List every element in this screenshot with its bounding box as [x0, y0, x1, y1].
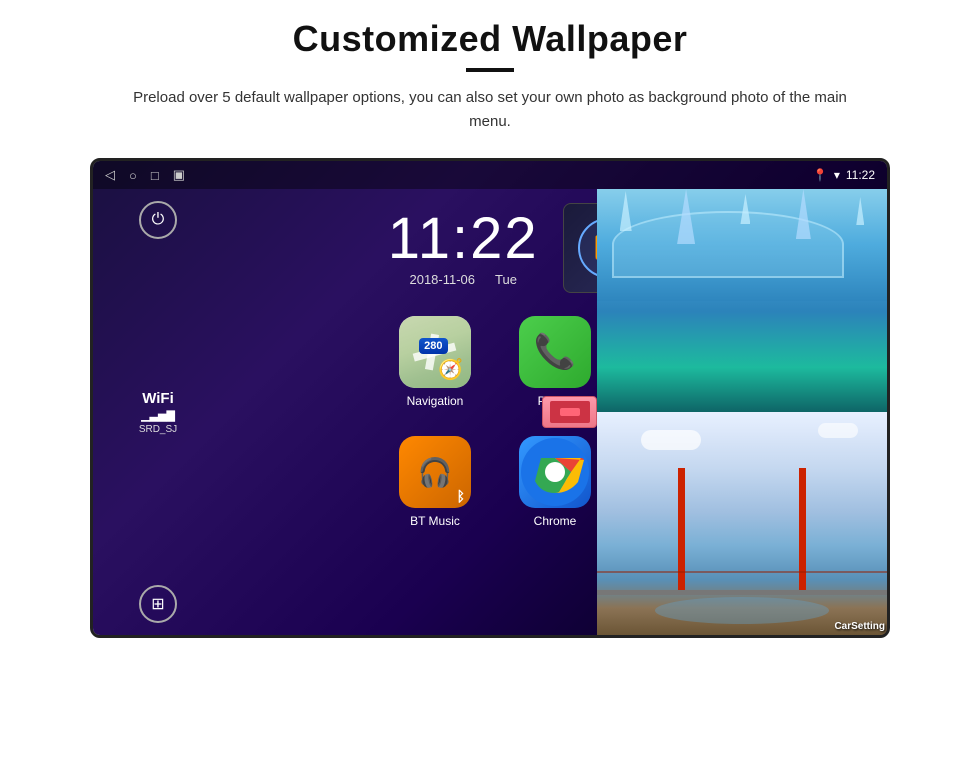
screenshot-nav-icon[interactable]: ▣	[173, 167, 185, 183]
carsetting-label: CarSetting	[834, 621, 885, 632]
navigation-label: Navigation	[407, 394, 464, 408]
status-time: 11:22	[846, 168, 875, 182]
wifi-ssid: SRD_SJ	[139, 424, 177, 435]
page-wrapper: Customized Wallpaper Preload over 5 defa…	[0, 0, 980, 758]
main-area: ⏻ WiFi ▁▃▅▇ SRD_SJ ⊞	[93, 189, 887, 635]
clock-date: 2018-11-06 Tue	[388, 272, 539, 287]
wallpaper-bottom-panel[interactable]: CarSetting	[597, 412, 887, 635]
headphone-emoji: 🎧	[418, 456, 453, 489]
nav-map-bg: 280 🧭	[399, 316, 471, 388]
chrome-label: Chrome	[534, 514, 577, 528]
status-bar-right: 📍 ▾ 11:22	[813, 168, 875, 182]
left-strip: ⏻ WiFi ▁▃▅▇ SRD_SJ ⊞	[93, 189, 223, 635]
small-device	[542, 396, 597, 428]
home-nav-icon[interactable]: ○	[129, 168, 137, 183]
ice-cave-wallpaper	[597, 189, 887, 412]
chrome-icon	[519, 436, 591, 508]
wifi-signal-bars: ▁▃▅▇	[139, 409, 177, 422]
recent-nav-icon[interactable]: □	[151, 168, 159, 183]
clock-time: 11:22	[388, 210, 539, 268]
power-button[interactable]: ⏻	[139, 201, 177, 239]
btmusic-label: BT Music	[410, 514, 460, 528]
btmusic-icon: 🎧 ᛒ	[399, 436, 471, 508]
clock-day-value: Tue	[495, 272, 517, 287]
navigation-icon: 280 🧭	[399, 316, 471, 388]
wifi-info: WiFi ▁▃▅▇ SRD_SJ	[139, 390, 177, 435]
apps-button[interactable]: ⊞	[139, 585, 177, 623]
page-subtitle: Preload over 5 default wallpaper options…	[130, 86, 850, 134]
phone-emoji: 📞	[534, 332, 576, 372]
device-frame: ◁ ○ □ ▣ 📍 ▾ 11:22 ⏻	[90, 158, 890, 638]
app-item-chrome[interactable]: Chrome	[500, 427, 610, 537]
clock-date-value: 2018-11-06	[409, 272, 475, 287]
android-screen: ◁ ○ □ ▣ 📍 ▾ 11:22 ⏻	[93, 161, 887, 635]
bt-symbol: ᛒ	[457, 488, 465, 504]
nav-arrow-icon: 🧭	[438, 357, 463, 382]
nav-road-shield: 280	[419, 338, 447, 354]
app-item-btmusic[interactable]: 🎧 ᛒ BT Music	[380, 427, 490, 537]
apps-grid-icon: ⊞	[151, 594, 164, 614]
app-item-navigation[interactable]: 280 🧭 Navigation	[380, 307, 490, 417]
location-icon: 📍	[813, 168, 828, 182]
bridge-wallpaper: CarSetting	[597, 412, 887, 635]
status-bar: ◁ ○ □ ▣ 📍 ▾ 11:22	[93, 161, 887, 189]
page-title: Customized Wallpaper	[293, 18, 688, 60]
chrome-svg	[521, 438, 589, 506]
wallpaper-top-panel[interactable]	[597, 189, 887, 412]
back-nav-icon[interactable]: ◁	[105, 167, 115, 183]
clock-display: 11:22 2018-11-06 Tue	[388, 210, 539, 287]
wifi-icon: ▾	[834, 168, 840, 182]
status-bar-left: ◁ ○ □ ▣	[105, 167, 185, 183]
title-divider	[466, 68, 514, 72]
power-icon: ⏻	[152, 211, 165, 229]
wallpaper-panels: CarSetting	[597, 189, 887, 635]
wifi-label: WiFi	[139, 390, 177, 407]
phone-icon: 📞	[519, 316, 591, 388]
